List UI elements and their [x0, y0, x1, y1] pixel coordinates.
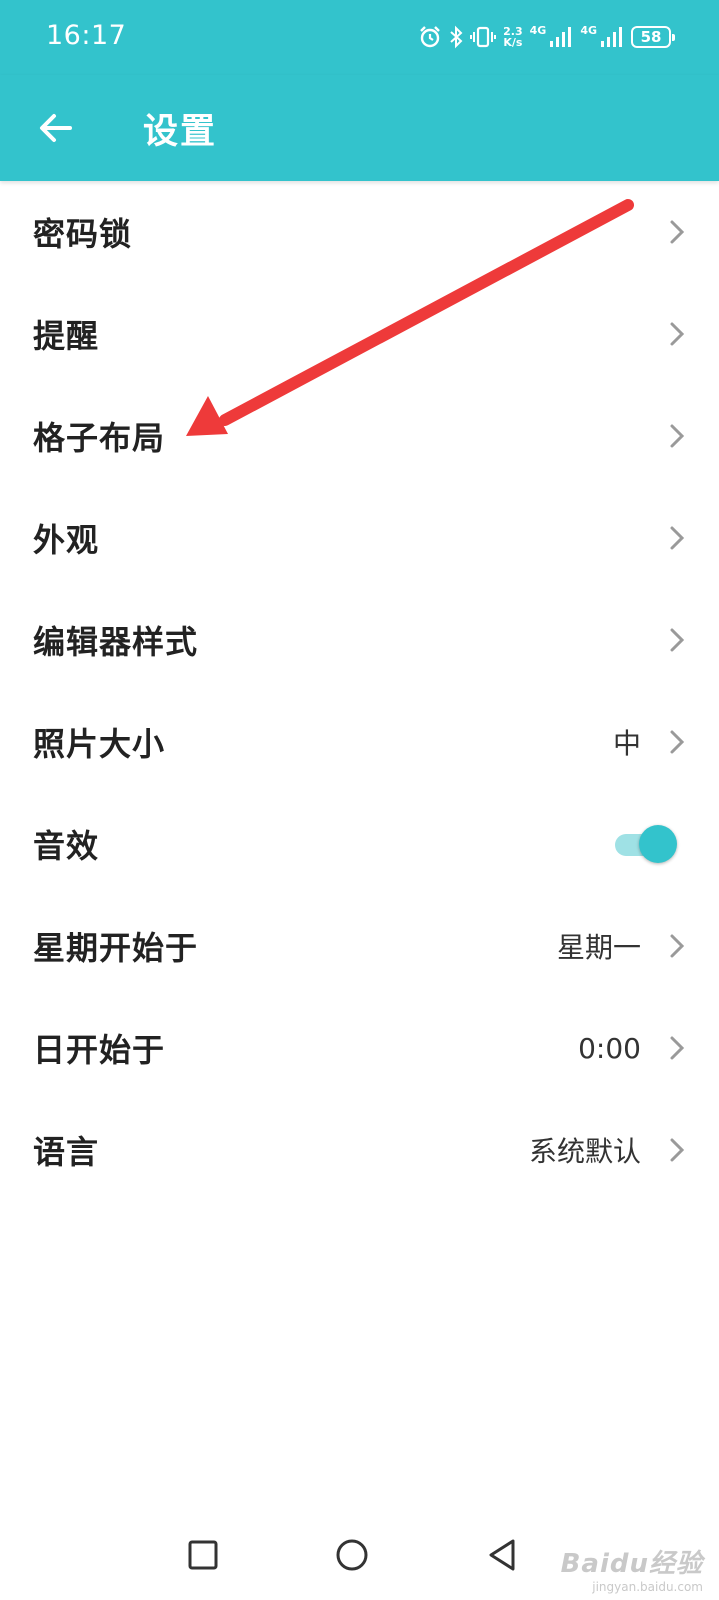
setting-appearance[interactable]: 外观 [0, 487, 719, 589]
chevron-right-icon [670, 424, 685, 448]
setting-password-lock[interactable]: 密码锁 [0, 181, 719, 283]
chevron-right-icon [670, 1138, 685, 1162]
recent-apps-icon[interactable] [178, 1530, 228, 1580]
setting-value: 中 [612, 727, 641, 760]
setting-day-start[interactable]: 日开始于 0:00 [0, 997, 719, 1099]
settings-list: 密码锁 提醒 格子布局 外观 编辑器样式 照片大小 中 音效 星期开始于 星期一… [0, 181, 719, 1201]
setting-label: 提醒 [33, 317, 100, 355]
navigation-bar: Baidu经验 jingyan.baidu.com [0, 1520, 719, 1600]
signal-icon-2 [601, 27, 622, 47]
chevron-right-icon [670, 1036, 685, 1060]
setting-label: 日开始于 [33, 1031, 166, 1069]
setting-photo-size[interactable]: 照片大小 中 [0, 691, 719, 793]
watermark: Baidu经验 jingyan.baidu.com [561, 1543, 703, 1594]
bluetooth-icon [450, 25, 463, 49]
chevron-right-icon [670, 526, 685, 550]
setting-value: 星期一 [556, 931, 641, 964]
page-title: 设置 [143, 112, 218, 152]
back-arrow-icon[interactable] [36, 108, 76, 148]
vibrate-icon [470, 26, 497, 48]
sound-effects-toggle[interactable] [615, 824, 677, 864]
watermark-logo: Baidu经验 [560, 1549, 703, 1579]
watermark-url: jingyan.baidu.com [592, 1580, 703, 1594]
chevron-right-icon [670, 220, 685, 244]
app-bar: 设置 [0, 75, 719, 181]
network-speed: 2.3 K/s [503, 25, 523, 49]
setting-label: 编辑器样式 [33, 623, 199, 661]
setting-language[interactable]: 语言 系统默认 [0, 1099, 719, 1201]
setting-sound-effects: 音效 [0, 793, 719, 895]
chevron-right-icon [670, 628, 685, 652]
setting-value: 系统默认 [528, 1135, 641, 1168]
setting-label: 语言 [33, 1133, 100, 1171]
signal-icon-1 [550, 27, 572, 47]
setting-grid-layout[interactable]: 格子布局 [0, 385, 719, 487]
chevron-right-icon [670, 322, 685, 346]
network-type-1: 4G [529, 23, 547, 37]
setting-label: 密码锁 [33, 215, 133, 253]
alarm-icon [420, 26, 440, 48]
battery-icon: 58 [631, 26, 675, 48]
setting-editor-style[interactable]: 编辑器样式 [0, 589, 719, 691]
network-type-2: 4G [580, 23, 597, 37]
home-icon[interactable] [327, 1530, 377, 1580]
setting-value: 0:00 [578, 1031, 641, 1065]
status-bar: 16:17 2.3 K/s 4G 4G 58 [0, 0, 719, 75]
chevron-right-icon [670, 730, 685, 754]
back-triangle-icon[interactable] [477, 1530, 527, 1580]
setting-reminder[interactable]: 提醒 [0, 283, 719, 385]
setting-label: 星期开始于 [33, 929, 199, 967]
setting-label: 音效 [33, 827, 100, 865]
setting-week-start[interactable]: 星期开始于 星期一 [0, 895, 719, 997]
toggle-thumb [639, 825, 677, 863]
status-icons: 2.3 K/s 4G 4G 58 [418, 22, 675, 52]
setting-label: 格子布局 [33, 419, 166, 457]
setting-label: 照片大小 [33, 725, 166, 763]
setting-label: 外观 [33, 521, 100, 559]
chevron-right-icon [670, 934, 685, 958]
status-time: 16:17 [46, 20, 127, 51]
